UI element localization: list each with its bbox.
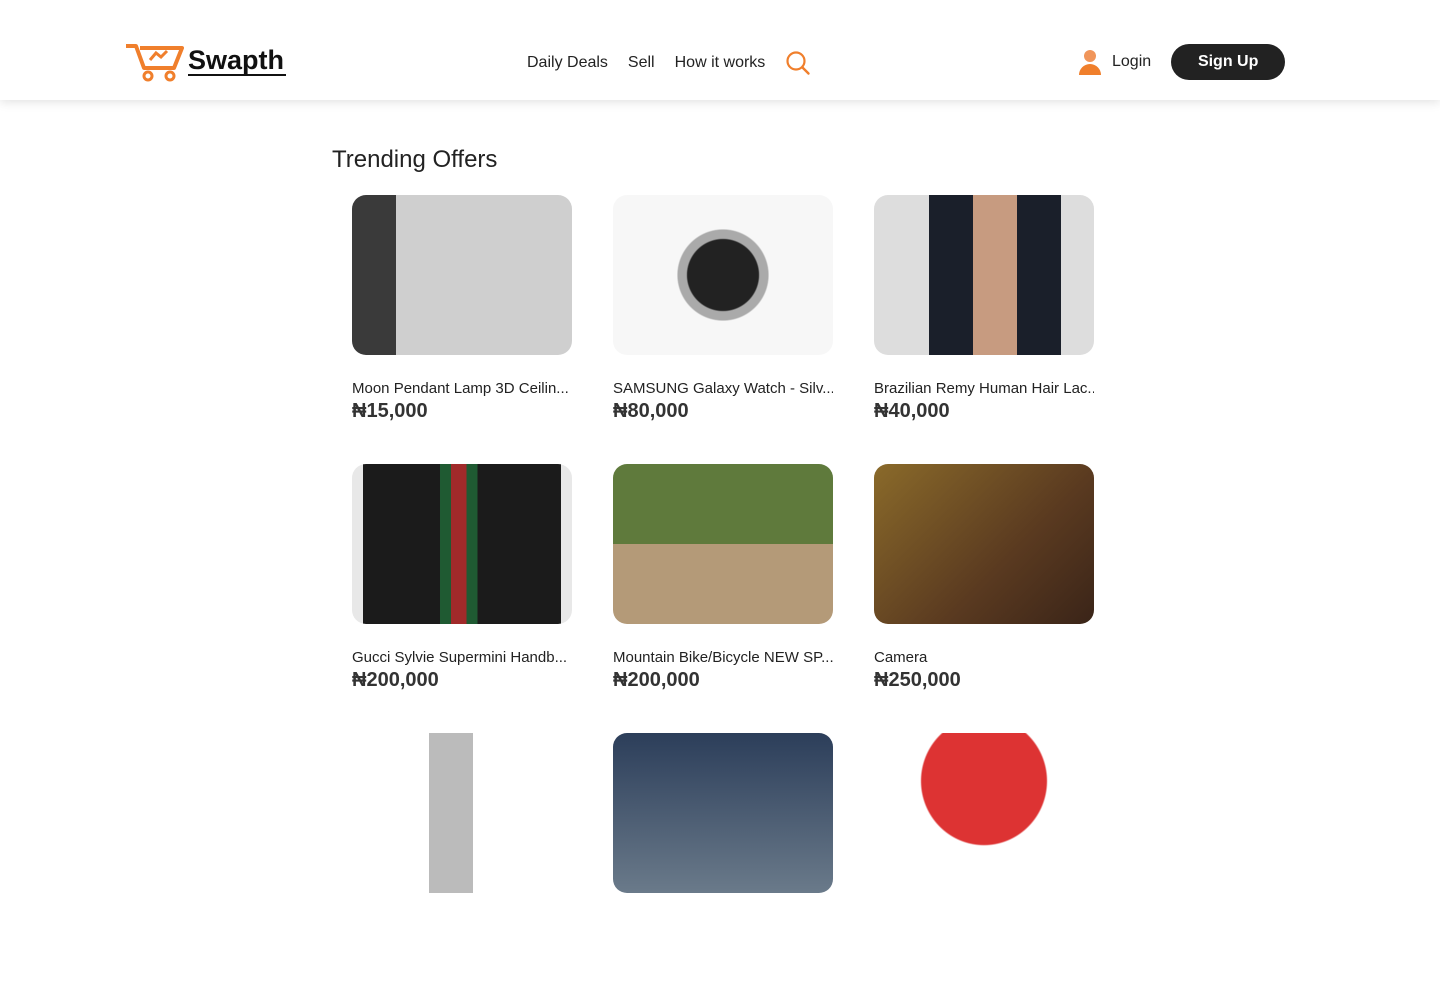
header: Swapth Daily Deals Sell How it works Log… bbox=[0, 0, 1440, 100]
product-price: ₦40,000 bbox=[874, 400, 950, 422]
product-image[interactable] bbox=[352, 195, 572, 355]
nav-sell[interactable]: Sell bbox=[628, 54, 655, 72]
product-price: ₦250,000 bbox=[874, 669, 961, 691]
search-icon[interactable] bbox=[785, 50, 811, 76]
product-name[interactable]: Moon Pendant Lamp 3D Ceilin... bbox=[352, 380, 572, 397]
product-card[interactable]: Gucci Sylvie Supermini Handb... ₦200,000 bbox=[352, 464, 572, 733]
product-grid: Moon Pendant Lamp 3D Ceilin... ₦15,000 S… bbox=[352, 195, 1094, 1002]
login-label: Login bbox=[1112, 53, 1152, 70]
product-card[interactable] bbox=[352, 733, 572, 1002]
product-price: ₦15,000 bbox=[352, 400, 428, 422]
product-name[interactable]: SAMSUNG Galaxy Watch - Silv... bbox=[613, 380, 833, 397]
product-card[interactable]: Brazilian Remy Human Hair Lac... ₦40,000 bbox=[874, 195, 1094, 464]
product-card[interactable]: Mountain Bike/Bicycle NEW SP... ₦200,000 bbox=[613, 464, 833, 733]
product-name[interactable]: Gucci Sylvie Supermini Handb... bbox=[352, 649, 572, 666]
logo-text: Swapth bbox=[188, 45, 287, 76]
nav-daily-deals[interactable]: Daily Deals bbox=[527, 54, 608, 72]
product-image[interactable] bbox=[874, 464, 1094, 624]
cart-logo-icon bbox=[126, 44, 184, 82]
product-card[interactable] bbox=[613, 733, 833, 1002]
nav-how-it-works[interactable]: How it works bbox=[675, 54, 766, 72]
product-image[interactable] bbox=[352, 464, 572, 624]
product-image[interactable] bbox=[613, 464, 833, 624]
product-image[interactable] bbox=[613, 195, 833, 355]
product-price: ₦200,000 bbox=[352, 669, 439, 691]
product-image[interactable] bbox=[874, 733, 1094, 893]
signup-button[interactable]: Sign Up bbox=[1171, 44, 1286, 80]
user-icon bbox=[1079, 50, 1101, 75]
product-card[interactable] bbox=[874, 733, 1094, 1002]
product-price: ₦80,000 bbox=[613, 400, 689, 422]
logo[interactable]: Swapth bbox=[124, 40, 287, 82]
product-image[interactable] bbox=[874, 195, 1094, 355]
login-link[interactable]: Login bbox=[1078, 49, 1151, 75]
product-card[interactable]: Camera ₦250,000 bbox=[874, 464, 1094, 733]
product-card[interactable]: SAMSUNG Galaxy Watch - Silv... ₦80,000 bbox=[613, 195, 833, 464]
product-name[interactable]: Mountain Bike/Bicycle NEW SP... bbox=[613, 649, 833, 666]
product-image[interactable] bbox=[613, 733, 833, 893]
product-name[interactable]: Camera bbox=[874, 649, 1094, 666]
main-nav: Daily Deals Sell How it works bbox=[527, 50, 811, 76]
section-title: Trending Offers bbox=[332, 146, 498, 173]
product-card[interactable]: Moon Pendant Lamp 3D Ceilin... ₦15,000 bbox=[352, 195, 572, 464]
product-name[interactable]: Brazilian Remy Human Hair Lac... bbox=[874, 380, 1094, 397]
product-image[interactable] bbox=[352, 733, 572, 893]
product-price: ₦200,000 bbox=[613, 669, 700, 691]
